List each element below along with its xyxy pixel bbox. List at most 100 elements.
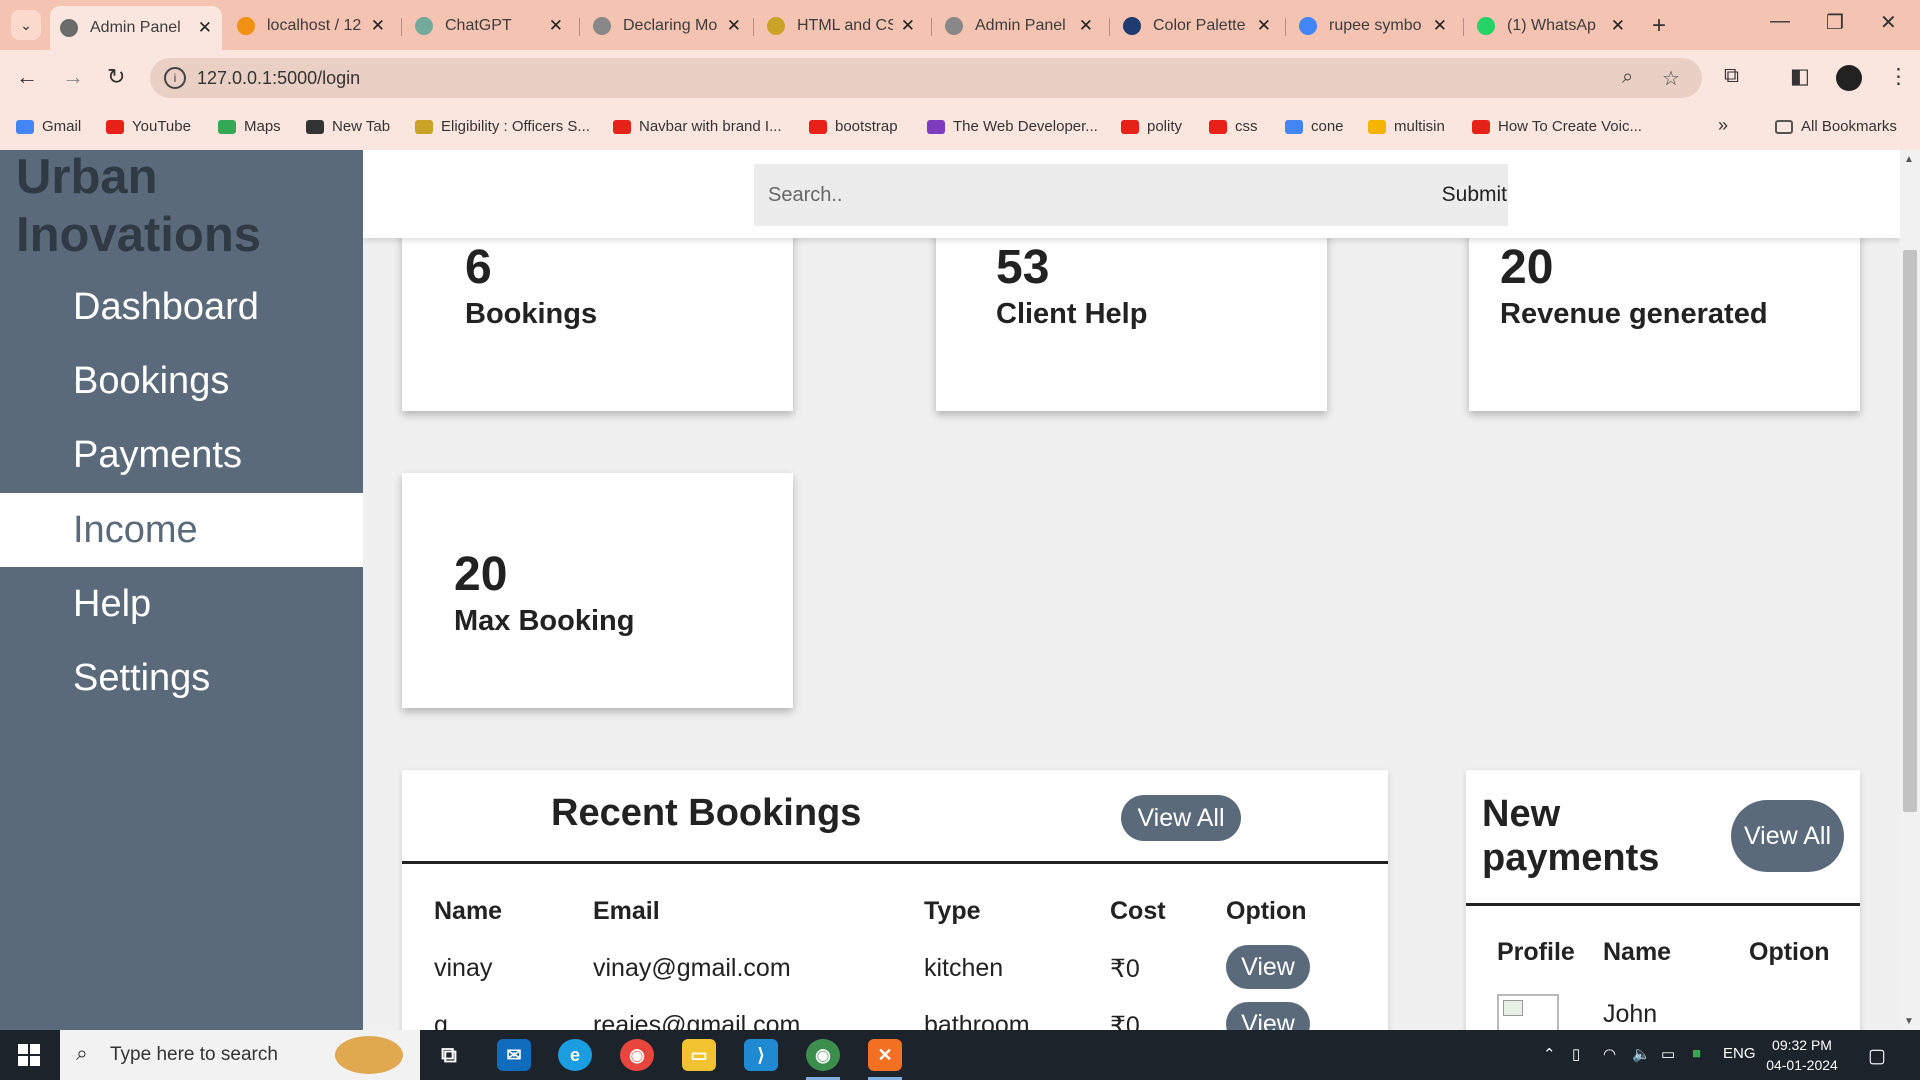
chrome-icon[interactable]: ◉ <box>620 1039 654 1071</box>
address-bar[interactable]: i 127.0.0.1:5000/login ⌕ ☆ <box>150 58 1702 98</box>
bookmark-item[interactable]: Gmail <box>16 118 81 135</box>
browser-tab[interactable]: Color Palette ✕ <box>1113 8 1281 44</box>
browser-tab[interactable]: ChatGPT ✕ <box>405 8 573 44</box>
windows-taskbar: ⌕ Type here to search ⧉ ✉ e ◉ ▭ ⟩ ◉ ✕ ⌃ … <box>0 1030 1920 1080</box>
globe-icon <box>945 17 963 35</box>
language-indicator[interactable]: ENG <box>1723 1045 1756 1062</box>
close-tab-icon[interactable]: ✕ <box>198 18 212 38</box>
bookmark-item[interactable]: bootstrap <box>809 118 898 135</box>
tab-separator <box>1463 18 1464 36</box>
view-booking-button[interactable]: View <box>1226 1002 1310 1030</box>
close-tab-icon[interactable]: ✕ <box>1433 16 1447 36</box>
bookmark-item[interactable]: polity <box>1121 118 1182 135</box>
restore-icon[interactable]: ❐ <box>1826 10 1844 35</box>
scroll-up-icon[interactable]: ▲ <box>1904 154 1914 165</box>
close-tab-icon[interactable]: ✕ <box>371 16 385 36</box>
tab-separator <box>753 18 754 36</box>
menu-kebab-icon[interactable]: ⋮ <box>1888 64 1909 89</box>
mail-icon[interactable]: ✉ <box>497 1039 531 1071</box>
profile-avatar[interactable] <box>1836 65 1862 91</box>
browser-tab[interactable]: Admin Panel ✕ <box>935 8 1103 44</box>
wifi-icon[interactable]: ◠ <box>1603 1045 1616 1063</box>
bookmark-star-icon[interactable]: ☆ <box>1662 66 1680 91</box>
back-icon[interactable]: ← <box>16 64 38 90</box>
view-all-payments-button[interactable]: View All <box>1731 800 1844 872</box>
sidebar-item-payments[interactable]: Payments <box>0 418 363 492</box>
notifications-icon[interactable]: ▢ <box>1868 1045 1886 1068</box>
zoom-icon[interactable]: ⌕ <box>1622 66 1633 89</box>
chrome-profile-icon[interactable]: ◉ <box>806 1039 840 1071</box>
side-panel-icon[interactable]: ◧ <box>1790 64 1810 89</box>
xampp-icon[interactable]: ✕ <box>868 1039 902 1071</box>
close-tab-icon[interactable]: ✕ <box>1257 16 1271 36</box>
close-tab-icon[interactable]: ✕ <box>901 16 915 36</box>
divider <box>1466 903 1860 906</box>
cell-type: bathroom <box>924 1011 1030 1030</box>
browser-tab[interactable]: localhost / 12 ✕ <box>227 8 395 44</box>
edge-icon[interactable]: e <box>558 1039 592 1071</box>
close-tab-icon[interactable]: ✕ <box>1611 16 1625 36</box>
vscode-icon[interactable]: ⟩ <box>744 1039 778 1071</box>
more-bookmarks-icon[interactable]: » <box>1718 115 1728 136</box>
close-tab-icon[interactable]: ✕ <box>1079 16 1093 36</box>
browser-tab[interactable]: (1) WhatsAp ✕ <box>1467 8 1635 44</box>
divider <box>402 861 1388 864</box>
search-input[interactable] <box>754 164 1414 226</box>
page-scrollbar[interactable]: ▲ ▼ <box>1900 150 1920 1030</box>
stat-label: Revenue generated <box>1500 298 1768 330</box>
bookmark-item[interactable]: multisin <box>1368 118 1445 135</box>
new-tab-button[interactable]: + <box>1652 12 1666 40</box>
reload-icon[interactable]: ↻ <box>107 64 125 90</box>
close-tab-icon[interactable]: ✕ <box>727 16 741 36</box>
bookmark-item[interactable]: Eligibility : Officers S... <box>415 118 590 135</box>
clock[interactable]: 09:32 PM 04-01-2024 <box>1762 1035 1842 1075</box>
minimize-icon[interactable]: — <box>1770 10 1790 33</box>
search-highlight-icon[interactable] <box>335 1036 403 1074</box>
battery-icon[interactable]: ▯ <box>1572 1045 1580 1063</box>
tray-chevron-icon[interactable]: ⌃ <box>1543 1045 1556 1063</box>
scroll-down-icon[interactable]: ▼ <box>1904 1016 1914 1027</box>
bookmarks-bar: Gmail YouTube Maps New Tab Eligibility : Off… <box>0 106 1920 150</box>
file-explorer-icon[interactable]: ▭ <box>682 1039 716 1071</box>
sidebar-item-bookings[interactable]: Bookings <box>0 344 363 418</box>
google-icon <box>1299 17 1317 35</box>
power-icon[interactable]: ▭ <box>1661 1045 1675 1063</box>
sidebar-item-settings[interactable]: Settings <box>0 641 363 715</box>
browser-tab[interactable]: rupee symbo ✕ <box>1289 8 1457 44</box>
volume-icon[interactable]: 🔈 <box>1632 1045 1651 1063</box>
bookmark-item[interactable]: Navbar with brand I... <box>613 118 782 135</box>
close-tab-icon[interactable]: ✕ <box>549 16 563 36</box>
browser-tab[interactable]: Declaring Mo ✕ <box>583 8 751 44</box>
bookmark-item[interactable]: Maps <box>218 118 281 135</box>
bookmark-item[interactable]: New Tab <box>306 118 390 135</box>
palette-icon <box>1123 17 1141 35</box>
tab-search-button[interactable]: ⌄ <box>11 10 41 40</box>
sidebar-item-help[interactable]: Help <box>0 567 363 641</box>
extensions-icon[interactable]: ⧉ <box>1724 64 1739 88</box>
col-header-type: Type <box>924 897 981 925</box>
close-window-icon[interactable]: ✕ <box>1880 10 1897 35</box>
profile-image <box>1497 994 1559 1030</box>
site-info-icon[interactable]: i <box>164 67 186 89</box>
sidebar-item-income[interactable]: Income <box>0 493 363 567</box>
browser-tab[interactable]: HTML and CS ✕ <box>757 8 925 44</box>
stat-value: 53 <box>996 241 1050 294</box>
defender-icon[interactable]: ■ <box>1692 1045 1701 1062</box>
url-text[interactable]: 127.0.0.1:5000/login <box>197 68 360 89</box>
windows-start-icon[interactable] <box>18 1044 40 1066</box>
view-booking-button[interactable]: View <box>1226 945 1310 989</box>
sidebar-item-dashboard[interactable]: Dashboard <box>0 270 363 344</box>
browser-tab[interactable]: Admin Panel ✕ <box>50 6 222 50</box>
forward-icon[interactable]: → <box>62 64 84 90</box>
all-bookmarks[interactable]: All Bookmarks <box>1775 118 1897 135</box>
scrollbar-thumb[interactable] <box>1903 250 1917 812</box>
bookmark-item[interactable]: The Web Developer... <box>927 118 1098 135</box>
search-submit-button[interactable]: Submit <box>1441 164 1508 226</box>
col-header-option: Option <box>1749 938 1830 966</box>
bookmark-item[interactable]: css <box>1209 118 1258 135</box>
view-all-bookings-button[interactable]: View All <box>1121 795 1241 841</box>
bookmark-item[interactable]: YouTube <box>106 118 191 135</box>
bookmark-item[interactable]: How To Create Voic... <box>1472 118 1642 135</box>
task-view-icon[interactable]: ⧉ <box>432 1039 466 1071</box>
bookmark-item[interactable]: cone <box>1285 118 1344 135</box>
